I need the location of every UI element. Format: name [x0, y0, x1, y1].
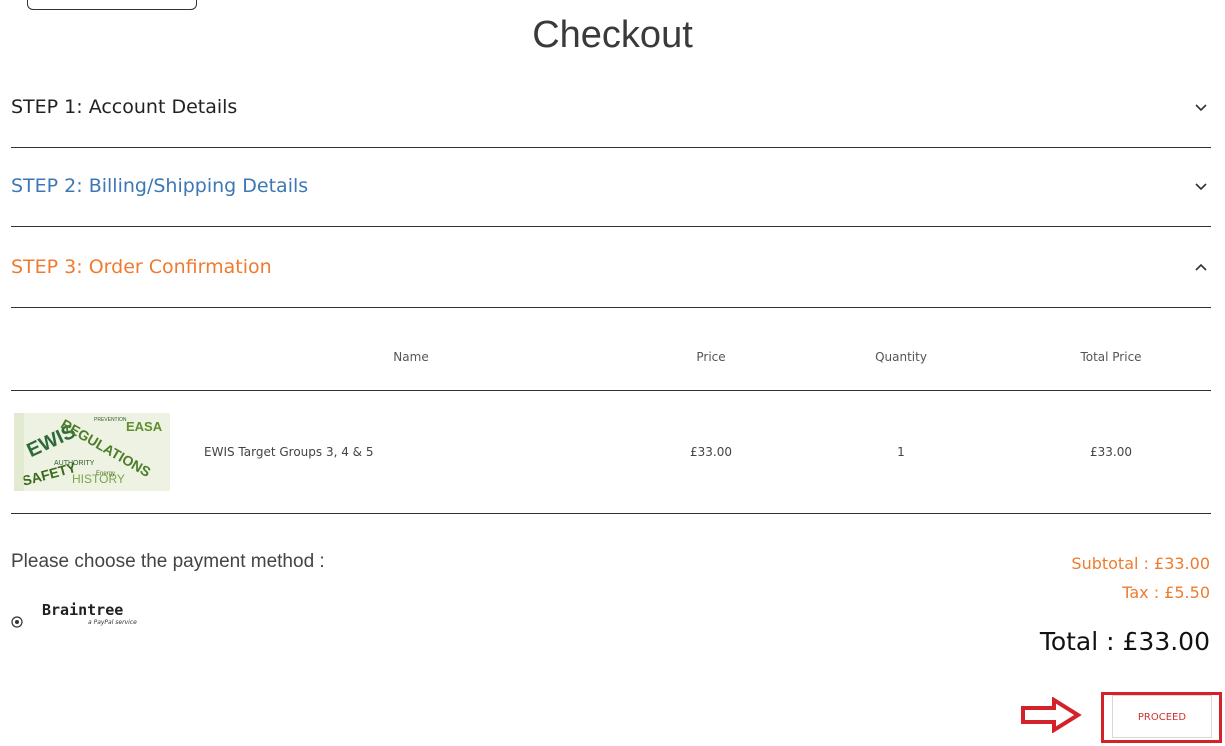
order-table-header: Name Price Quantity Total Price: [11, 308, 1211, 391]
order-total: Total : £33.00: [1039, 627, 1210, 656]
thumbnail-word: EASA: [126, 419, 163, 434]
chevron-up-icon[interactable]: [1191, 257, 1211, 277]
step-order-confirmation[interactable]: STEP 3: Order Confirmation: [11, 227, 1211, 308]
step-account-details[interactable]: STEP 1: Account Details: [11, 67, 1211, 148]
thumbnail-word: AUTHORITY: [54, 460, 95, 467]
step-billing-shipping[interactable]: STEP 2: Billing/Shipping Details: [11, 146, 1211, 227]
braintree-sublabel: a PayPal service: [88, 619, 137, 626]
top-partial-button[interactable]: [27, 0, 197, 10]
subtotal: Subtotal : £33.00: [1071, 554, 1210, 573]
step-label: STEP 3: Order Confirmation: [11, 256, 272, 278]
chevron-down-icon[interactable]: [1191, 176, 1211, 196]
braintree-logo[interactable]: Braintree: [42, 601, 123, 619]
step-label: STEP 1: Account Details: [11, 96, 238, 118]
product-quantity: 1: [897, 445, 905, 459]
product-name: EWIS Target Groups 3, 4 & 5: [204, 445, 374, 459]
proceed-button[interactable]: PROCEED: [1112, 695, 1212, 738]
table-row: EWIS REGULATIONS SAFETY EASA HISTORY AUT…: [11, 391, 1211, 514]
product-thumbnail: EWIS REGULATIONS SAFETY EASA HISTORY AUT…: [14, 413, 170, 491]
step-label: STEP 2: Billing/Shipping Details: [11, 175, 309, 197]
product-total-price: £33.00: [1090, 445, 1132, 459]
payment-radio-braintree[interactable]: [11, 613, 23, 628]
product-price: £33.00: [690, 445, 732, 459]
page-title: Checkout: [532, 14, 693, 56]
thumbnail-word: PREVENTION: [94, 417, 127, 423]
chevron-down-icon[interactable]: [1191, 97, 1211, 117]
payment-method-prompt: Please choose the payment method :: [11, 551, 325, 572]
tax: Tax : £5.50: [1122, 583, 1210, 602]
right-arrow-icon: [1020, 696, 1082, 737]
thumbnail-word: Energy: [96, 471, 115, 477]
